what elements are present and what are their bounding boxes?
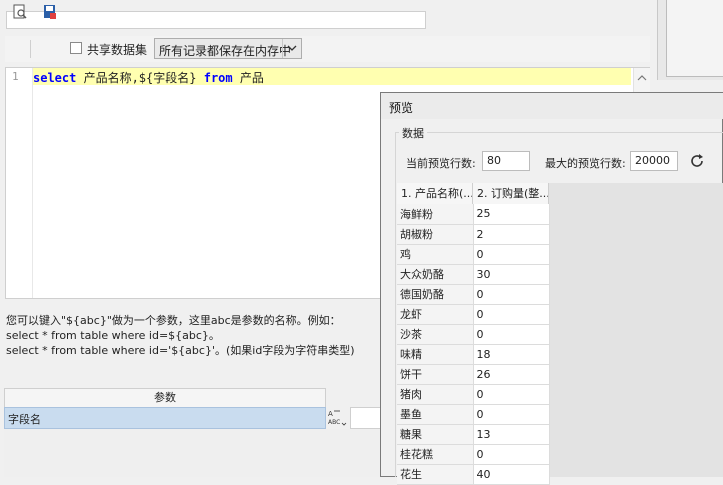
- current-rows-label: 当前预览行数:: [406, 157, 476, 170]
- cell-order-qty[interactable]: 30: [473, 264, 550, 285]
- cell-product-name[interactable]: 大众奶酪: [397, 264, 474, 285]
- sql-table: 产品: [232, 71, 264, 85]
- sql-keyword-select: select: [33, 71, 77, 85]
- cell-order-qty[interactable]: 26: [473, 364, 550, 385]
- table-row[interactable]: 鸡0: [397, 244, 550, 265]
- column-header-product-name[interactable]: 1. 产品名称(...: [397, 183, 473, 204]
- share-dataset-checkbox[interactable]: [70, 42, 82, 54]
- param-row-name: 字段名: [8, 413, 41, 426]
- param-row[interactable]: [4, 407, 326, 429]
- svg-text:A: A: [328, 410, 333, 418]
- cell-product-name[interactable]: 饼干: [397, 364, 474, 385]
- max-rows-input[interactable]: 20000: [630, 151, 678, 171]
- cell-product-name[interactable]: 胡椒粉: [397, 224, 474, 245]
- cell-product-name[interactable]: 花生: [397, 464, 474, 485]
- cell-order-qty[interactable]: 18: [473, 344, 550, 365]
- cell-order-qty[interactable]: 13: [473, 424, 550, 445]
- preview-dialog-title: 预览: [389, 101, 414, 115]
- table-row[interactable]: 胡椒粉 2: [397, 224, 550, 245]
- cell-product-name[interactable]: 糖果: [397, 424, 474, 445]
- current-rows-input[interactable]: 80: [482, 151, 530, 171]
- line-number-gutter: [6, 68, 33, 298]
- table-row[interactable]: 大众奶酪 30: [397, 264, 550, 285]
- cell-product-name[interactable]: 海鲜粉: [397, 204, 474, 225]
- cell-order-qty[interactable]: 25: [473, 204, 550, 225]
- data-group-label: 数据: [399, 125, 427, 141]
- storage-mode-value: 所有记录都保存在内存中: [159, 44, 292, 58]
- table-row[interactable]: 桂花糕 0: [397, 444, 550, 465]
- cell-order-qty[interactable]: 2: [473, 224, 550, 245]
- max-rows-label: 最大的预览行数:: [545, 157, 626, 170]
- table-row[interactable]: 味精 18: [397, 344, 550, 365]
- preview-data-table: 海鲜粉 25 胡椒粉 2 鸡 0 大众奶酪 30 德国奶酪 0 龙虾 0 沙茶 0 味精 18 饼干 26 猪肉 0 墨…: [397, 204, 550, 485]
- cell-product-name[interactable]: 沙茶: [397, 324, 474, 345]
- cell-order-qty[interactable]: 0: [473, 384, 550, 405]
- cell-product-name[interactable]: 德国奶酪: [397, 284, 474, 305]
- cell-order-qty[interactable]: 0: [473, 404, 550, 425]
- cell-order-qty[interactable]: 40: [473, 464, 550, 485]
- table-row[interactable]: 海鲜粉 25: [397, 204, 550, 225]
- preview-document-icon[interactable]: [12, 4, 28, 20]
- string-type-icon[interactable]: A ABC: [327, 408, 349, 428]
- cell-product-name[interactable]: 墨鱼: [397, 404, 474, 425]
- toolbar-divider: [30, 40, 31, 58]
- cell-order-qty[interactable]: 0: [473, 284, 550, 305]
- share-dataset-label: 共享数据集: [87, 43, 148, 57]
- table-row[interactable]: 糖果 13: [397, 424, 550, 445]
- chevron-down-icon[interactable]: [282, 39, 301, 58]
- preview-dialog-titlebar[interactable]: [381, 93, 723, 119]
- params-column-header: 参数: [4, 388, 326, 408]
- cell-product-name[interactable]: 猪肉: [397, 384, 474, 405]
- table-row[interactable]: 猪肉 0: [397, 384, 550, 405]
- table-row[interactable]: 龙虾 0: [397, 304, 550, 325]
- cell-order-qty[interactable]: 0: [473, 444, 550, 465]
- parameter-help-text: 您可以键入"${abc}"做为一个参数，这里abc是参数的名称。例如： sele…: [6, 314, 355, 357]
- cell-product-name[interactable]: 鸡: [397, 244, 474, 265]
- cell-product-name[interactable]: 味精: [397, 344, 474, 365]
- params-empty-area: [4, 429, 384, 477]
- top-text-input[interactable]: [6, 11, 426, 29]
- table-row[interactable]: 沙茶 0: [397, 324, 550, 345]
- background-window-panel: [666, 0, 723, 77]
- svg-text:ABC: ABC: [328, 419, 340, 426]
- table-row[interactable]: 德国奶酪 0: [397, 284, 550, 305]
- cell-order-qty[interactable]: 0: [473, 304, 550, 325]
- table-row[interactable]: 花生 40: [397, 464, 550, 485]
- scroll-up-icon[interactable]: [634, 70, 650, 86]
- sql-code-line[interactable]: select 产品名称,${字段名} from 产品: [33, 69, 264, 86]
- table-row[interactable]: 墨鱼 0: [397, 404, 550, 425]
- save-icon[interactable]: [42, 4, 58, 20]
- sql-fields: 产品名称,${字段名}: [76, 71, 204, 85]
- refresh-icon[interactable]: [687, 151, 707, 171]
- table-row[interactable]: 饼干 26: [397, 364, 550, 385]
- line-number: 1: [12, 70, 19, 83]
- cell-product-name[interactable]: 桂花糕: [397, 444, 474, 465]
- sql-keyword-from: from: [203, 71, 233, 85]
- cell-order-qty[interactable]: 0: [473, 324, 550, 345]
- cell-order-qty[interactable]: 0: [473, 244, 550, 265]
- column-header-order-qty[interactable]: 2. 订购量(整...: [473, 183, 549, 204]
- param-value-cell[interactable]: [350, 407, 384, 429]
- cell-product-name[interactable]: 龙虾: [397, 304, 474, 325]
